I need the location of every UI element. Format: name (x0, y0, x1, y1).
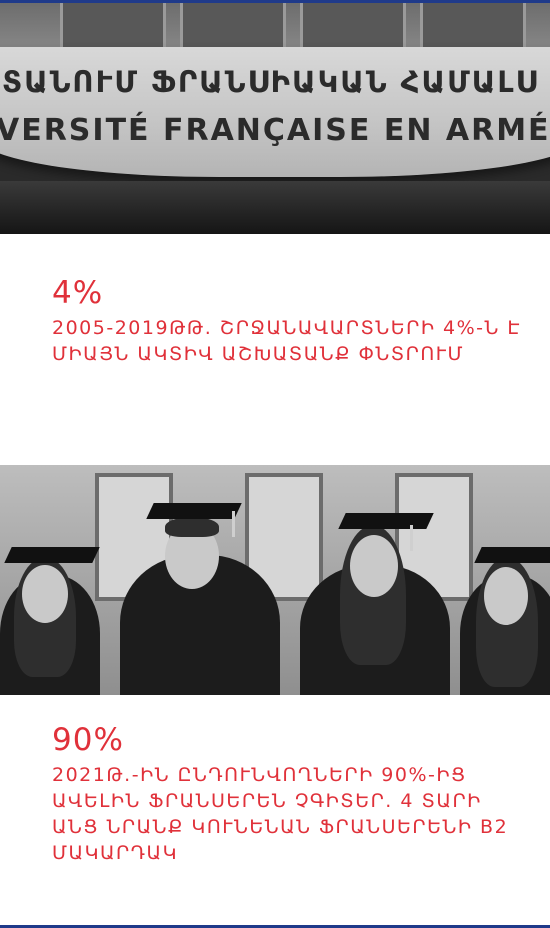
stat-description: 2021Թ.-ԻՆ ԸՆԴՈՒՆՎՈՂՆԵՐԻ 90%-ԻՑ ԱՎԵԼԻՆ ՖՐ… (52, 764, 509, 864)
graduation-cap (338, 513, 434, 529)
facade-window (420, 3, 526, 50)
stat-description: 2005-2019ԹԹ. ՇՐՋԱՆԱՎԱՐՏՆԵՐԻ 4%-Ն Է ՄԻԱՅՆ… (52, 317, 522, 365)
facade-window (60, 3, 166, 50)
stat-value: 4% (52, 275, 104, 311)
face (22, 565, 68, 623)
graduates-photo (0, 465, 550, 695)
facade-shadow (0, 181, 550, 234)
face (484, 567, 528, 625)
cap-tassel (232, 511, 235, 537)
cap-tassel (410, 525, 413, 551)
stat-block-1: 4% 2005-2019ԹԹ. ՇՐՋԱՆԱՎԱՐՏՆԵՐԻ 4%-Ն Է ՄԻ… (52, 275, 522, 367)
facade-window (180, 3, 286, 50)
sign-text-armenian: ՏԱՆՈՒՄ ՖՐԱՆՍԻԱԿԱՆ ՀԱՄԱԼՍ (2, 65, 539, 99)
graduation-cap (4, 547, 100, 563)
stat-value: 90% (52, 722, 124, 758)
sign-text-french: VERSITÉ FRANÇAISE EN ARMÉN (0, 113, 550, 148)
graduation-cap (474, 547, 550, 563)
hair (165, 517, 219, 537)
graduate-figure (0, 505, 110, 695)
graduate-figure (120, 475, 280, 695)
facade-window (300, 3, 406, 50)
university-sign-photo: ՏԱՆՈՒՄ ՖՐԱՆՍԻԱԿԱՆ ՀԱՄԱԼՍ VERSITÉ FRANÇAI… (0, 3, 550, 234)
stat-block-2: 90% 2021Թ.-ԻՆ ԸՆԴՈՒՆՎՈՂՆԵՐԻ 90%-ԻՑ ԱՎԵԼԻ… (52, 722, 522, 866)
graduation-cap (146, 503, 242, 519)
graduate-figure (300, 485, 450, 695)
graduate-figure (460, 505, 550, 695)
face (350, 535, 398, 597)
